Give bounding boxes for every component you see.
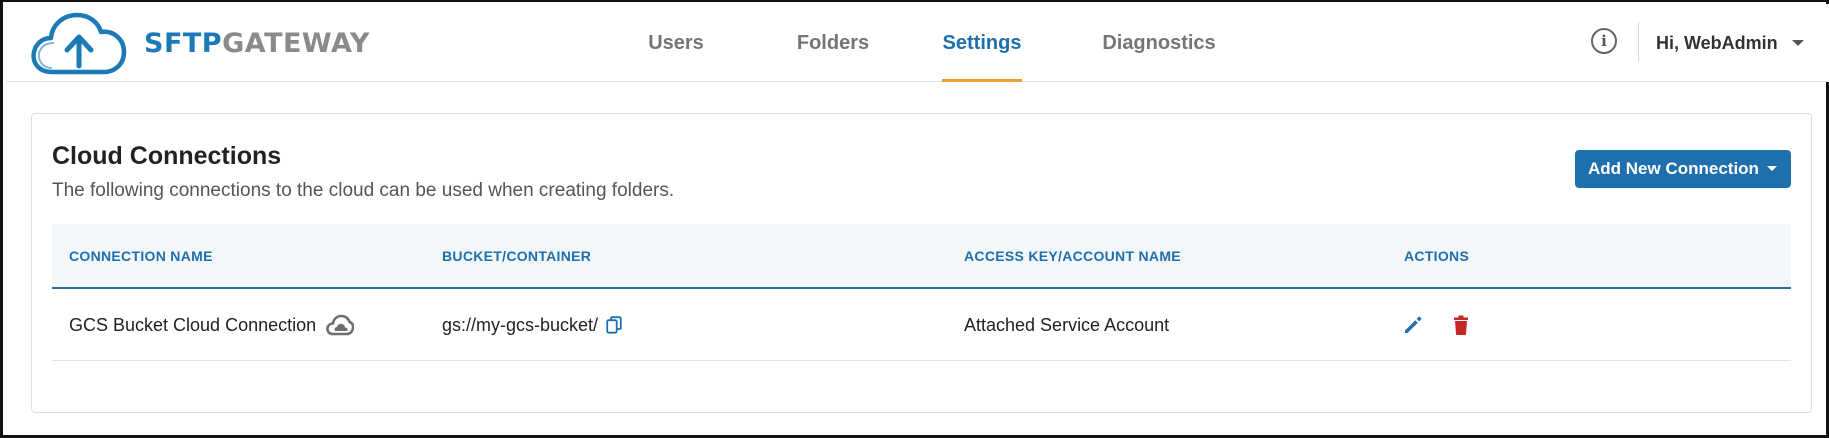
page-title: Cloud Connections: [52, 142, 282, 170]
copy-icon[interactable]: [606, 316, 622, 334]
info-icon[interactable]: i: [1591, 28, 1617, 54]
bucket-cell: gs://my-gcs-bucket/: [442, 289, 622, 361]
connections-table: CONNECTION NAME BUCKET/CONTAINER ACCESS …: [52, 224, 1791, 361]
column-header-account: ACCESS KEY/ACCOUNT NAME: [964, 247, 1181, 264]
nav-tab-settings[interactable]: Settings: [942, 4, 1022, 82]
column-header-actions: ACTIONS: [1404, 247, 1470, 264]
delete-trash-icon[interactable]: [1450, 314, 1472, 336]
account-cell: Attached Service Account: [964, 314, 1170, 335]
cloud-connections-card: Cloud Connections The following connecti…: [31, 113, 1812, 413]
table-row: GCS Bucket Cloud Connection gs://my-gcs-…: [52, 289, 1791, 361]
nav-tab-folders[interactable]: Folders: [778, 4, 888, 82]
brand-part2: GATEWAY: [222, 27, 370, 59]
column-header-connection-name: CONNECTION NAME: [69, 247, 213, 264]
add-button-label: Add New Connection: [1588, 159, 1759, 178]
cloud-upload-logo-icon: [31, 12, 127, 75]
brand-logo[interactable]: SFTPGATEWAY: [30, 10, 370, 76]
top-header: SFTPGATEWAY Users Folders Settings Diagn…: [6, 4, 1829, 82]
connection-name-cell: GCS Bucket Cloud Connection: [69, 289, 355, 361]
chevron-down-icon: [1767, 166, 1777, 171]
header-divider: [1638, 22, 1639, 62]
user-menu[interactable]: Hi, WebAdmin: [1656, 4, 1804, 82]
edit-pencil-icon[interactable]: [1402, 314, 1424, 336]
app-frame: SFTPGATEWAY Users Folders Settings Diagn…: [0, 0, 1829, 438]
column-header-bucket: BUCKET/CONTAINER: [442, 247, 592, 264]
user-greeting: Hi, WebAdmin: [1656, 32, 1778, 53]
brand-part1: SFTP: [144, 27, 223, 59]
chevron-down-icon: [1791, 40, 1804, 46]
table-header: CONNECTION NAME BUCKET/CONTAINER ACCESS …: [52, 224, 1791, 289]
brand-wordmark: SFTPGATEWAY: [144, 28, 370, 59]
add-new-connection-button[interactable]: Add New Connection: [1575, 150, 1791, 188]
nav-tab-diagnostics[interactable]: Diagnostics: [1084, 4, 1234, 82]
cloud-icon[interactable]: [326, 314, 355, 336]
nav-tab-users[interactable]: Users: [626, 4, 726, 82]
page-subtitle: The following connections to the cloud c…: [52, 180, 675, 201]
actions-cell: [1402, 289, 1472, 361]
connection-name: GCS Bucket Cloud Connection: [69, 314, 317, 335]
bucket-path: gs://my-gcs-bucket/: [442, 314, 599, 335]
